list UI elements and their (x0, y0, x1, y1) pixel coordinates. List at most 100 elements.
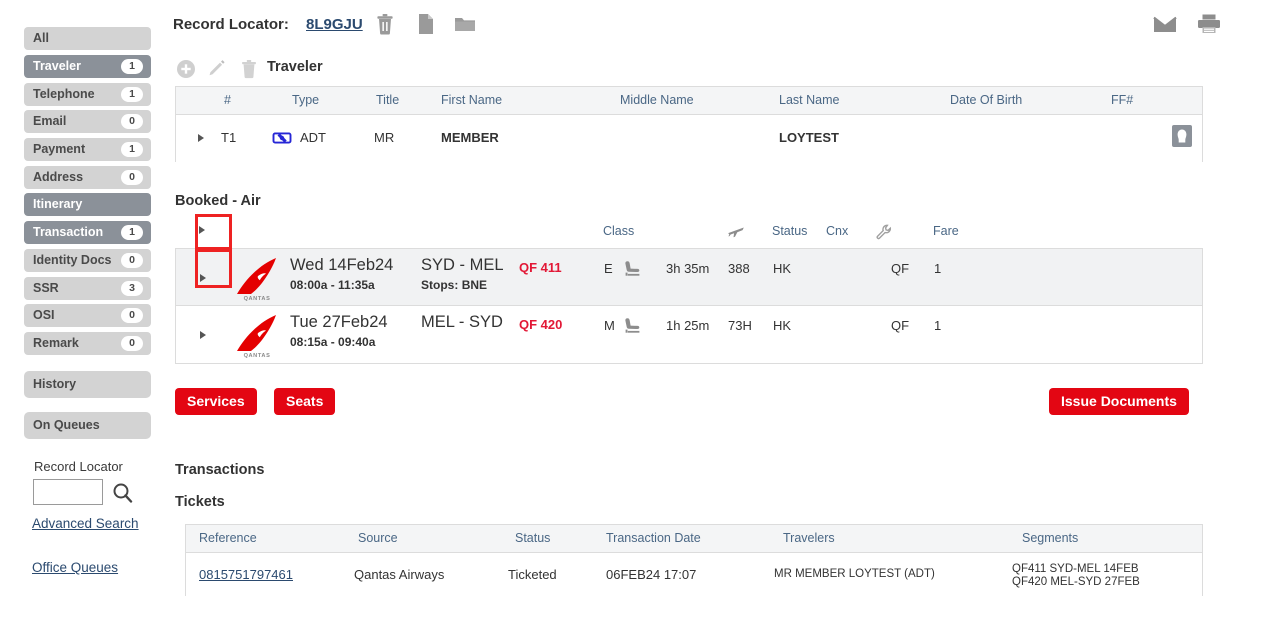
sidebar-item-remark[interactable]: Remark 0 (24, 332, 151, 355)
flight-equipment: 388 (728, 261, 750, 276)
services-button[interactable]: Services (175, 388, 257, 415)
column-header-status: Status (515, 531, 551, 545)
sidebar-badge-traveler: 1 (121, 59, 143, 74)
search-icon[interactable] (110, 481, 136, 505)
flight-route: SYD - MEL (421, 256, 504, 274)
segment-line: QF420 MEL-SYD 27FEB (1012, 576, 1140, 588)
flight-number: QF 411 (519, 260, 562, 275)
column-header-type: Type (292, 93, 320, 107)
column-header-status: Status (772, 224, 808, 238)
sidebar-item-ssr[interactable]: SSR 3 (24, 277, 151, 300)
sidebar-badge-address: 0 (121, 170, 143, 185)
column-header-first-name: First Name (441, 93, 503, 107)
flight-stops-value: BNE (461, 278, 488, 292)
seat-icon[interactable] (623, 259, 643, 277)
record-locator-label: Record Locator (34, 459, 123, 474)
column-header-segments: Segments (1022, 531, 1079, 545)
sidebar-item-identity-docs[interactable]: Identity Docs 0 (24, 249, 151, 272)
sidebar-item-label: OSI (33, 308, 55, 322)
tickets-title: Tickets (175, 494, 225, 510)
cell-title: MR (374, 130, 395, 145)
sidebar-badge-transaction: 1 (121, 225, 143, 240)
sidebar-item-transaction[interactable]: Transaction 1 (24, 221, 151, 244)
sidebar-badge-identity-docs: 0 (121, 253, 143, 268)
cell-source: Qantas Airways (354, 567, 445, 582)
flight-number: QF 420 (519, 317, 563, 332)
sidebar-item-traveler[interactable]: Traveler 1 (24, 55, 151, 78)
folder-icon[interactable] (453, 12, 477, 36)
sidebar-badge-email: 0 (121, 114, 143, 129)
table-row[interactable]: T1 ADT MR MEMBER LOYTEST (176, 115, 1202, 163)
table-row[interactable]: 0815751797461 Qantas Airways Ticketed 06… (186, 553, 1202, 597)
flight-date: Tue 27Feb24 (290, 313, 388, 331)
sidebar-item-all[interactable]: All (24, 27, 151, 50)
sidebar-badge-payment: 1 (121, 142, 143, 157)
sidebar-item-on-queues[interactable]: On Queues (24, 412, 151, 439)
sidebar-item-history[interactable]: History (24, 371, 151, 398)
flight-route: MEL - SYD (421, 313, 503, 331)
flight-status: HK (773, 261, 792, 276)
expand-flight-arrow[interactable] (200, 274, 206, 282)
sidebar-item-telephone[interactable]: Telephone 1 (24, 83, 151, 106)
sidebar-item-label: All (33, 31, 49, 45)
advanced-search-link[interactable]: Advanced Search (32, 516, 139, 531)
tickets-table-header: Reference Source Status Transaction Date… (186, 525, 1202, 553)
flight-stops-label: Stops: (421, 278, 459, 292)
column-header-source: Source (358, 531, 398, 545)
cell-travelers: MR MEMBER LOYTEST (ADT) (774, 568, 935, 580)
sidebar-item-label: Identity Docs (33, 253, 112, 267)
sidebar-item-payment[interactable]: Payment 1 (24, 138, 151, 161)
sidebar-item-label: Itinerary (33, 197, 83, 211)
trash-icon[interactable] (373, 12, 397, 36)
seats-button[interactable]: Seats (274, 388, 336, 415)
office-queues-link[interactable]: Office Queues (32, 560, 118, 575)
sidebar-item-label: On Queues (33, 418, 100, 432)
expand-row-arrow[interactable] (198, 134, 204, 142)
plane-icon (727, 223, 745, 244)
flight-stops: Stops: BNE (421, 278, 487, 292)
record-locator-title: Record Locator: (173, 16, 289, 33)
flight-row[interactable]: QANTAS Wed 14Feb24 08:00a - 11:35a SYD -… (175, 248, 1203, 306)
document-icon[interactable] (413, 12, 437, 36)
record-locator-value[interactable]: 8L9GJU (306, 16, 363, 33)
qantas-logo: QANTAS (229, 256, 285, 305)
flight-duration: 1h 25m (666, 318, 710, 333)
edit-icon[interactable] (206, 58, 228, 80)
delete-icon[interactable] (238, 58, 260, 80)
sidebar-badge-telephone: 1 (121, 87, 143, 102)
wrench-icon[interactable] (875, 223, 893, 244)
booked-air-header-row: Class Status Cnx Fare (175, 214, 1203, 248)
traveler-table: # Type Title First Name Middle Name Last… (175, 86, 1203, 163)
flight-class: E (604, 261, 613, 276)
sidebar-item-address[interactable]: Address 0 (24, 166, 151, 189)
svg-text:QANTAS: QANTAS (244, 296, 271, 302)
passenger-badge-icon[interactable] (1172, 125, 1192, 147)
flight-class: M (604, 318, 615, 333)
flight-row[interactable]: QANTAS Tue 27Feb24 08:15a - 09:40a MEL -… (175, 306, 1203, 364)
add-icon[interactable] (175, 58, 197, 80)
ticket-reference-link[interactable]: 0815751797461 (199, 567, 293, 582)
flight-pax-count: 1 (934, 318, 942, 333)
print-icon[interactable] (1196, 12, 1220, 36)
email-icon[interactable] (1152, 12, 1177, 36)
sidebar-item-osi[interactable]: OSI 0 (24, 304, 151, 327)
sidebar-item-itinerary[interactable]: Itinerary (24, 193, 151, 216)
sidebar-item-label: Telephone (33, 87, 95, 101)
expand-all-arrow[interactable] (199, 226, 205, 234)
flight-times: 08:00a - 11:35a (290, 278, 375, 292)
column-header-num: # (224, 93, 231, 107)
traveler-section-title: Traveler (267, 59, 323, 75)
qantas-logo: QANTAS (229, 313, 285, 362)
issue-documents-button[interactable]: Issue Documents (1049, 388, 1189, 415)
expand-flight-arrow[interactable] (200, 331, 206, 339)
sidebar-item-email[interactable]: Email 0 (24, 110, 151, 133)
seat-icon[interactable] (623, 316, 643, 334)
record-locator-input[interactable] (33, 479, 103, 505)
traveler-table-header: # Type Title First Name Middle Name Last… (176, 87, 1202, 115)
column-header-fare: Fare (933, 224, 959, 238)
main-content: Record Locator: 8L9GJU Traveler # Type T… (165, 0, 1280, 639)
sidebar: All Traveler 1 Telephone 1 Email 0 Payme… (0, 0, 165, 639)
column-header-middle-name: Middle Name (620, 93, 694, 107)
transactions-title: Transactions (175, 462, 265, 478)
cell-first-name: MEMBER (441, 130, 499, 145)
